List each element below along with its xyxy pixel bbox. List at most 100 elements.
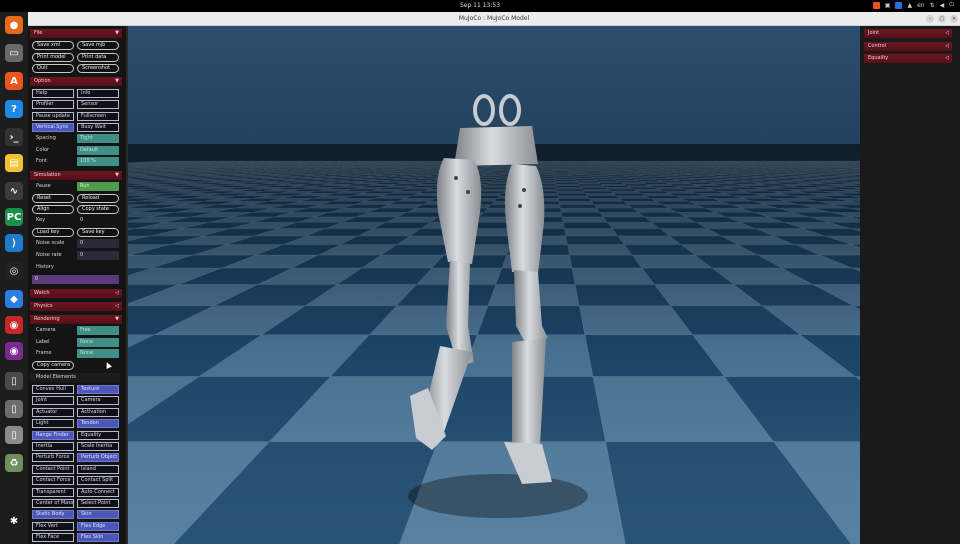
element-toggle-activation[interactable]: Activation bbox=[77, 407, 119, 417]
language-indicator[interactable]: en bbox=[917, 2, 925, 9]
maximize-icon[interactable]: ▢ bbox=[938, 15, 946, 23]
spacing-select[interactable]: Tight bbox=[77, 134, 119, 143]
element-toggle-light[interactable]: Light bbox=[32, 419, 74, 429]
help-icon[interactable]: ? bbox=[5, 100, 23, 118]
key-slider[interactable]: 0 bbox=[77, 216, 119, 225]
element-toggle-contact-point[interactable]: Contact Point bbox=[32, 464, 74, 474]
reload-button[interactable]: Reload bbox=[77, 194, 119, 203]
element-toggle-static-body[interactable]: Static Body bbox=[32, 510, 74, 520]
color-select[interactable]: Default bbox=[77, 146, 119, 155]
wifi-icon[interactable]: ▲ bbox=[907, 2, 912, 9]
minimize-icon[interactable]: – bbox=[926, 15, 934, 23]
info-toggle[interactable]: Info bbox=[77, 89, 119, 98]
camera-select[interactable]: Free bbox=[77, 326, 119, 335]
element-toggle-flex-face[interactable]: Flex Face bbox=[32, 533, 74, 543]
element-toggle-scale-inertia[interactable]: Scale Inertia bbox=[77, 442, 119, 451]
element-toggle-flex-edge[interactable]: Flex Edge bbox=[77, 521, 119, 531]
sensor-toggle[interactable]: Sensor bbox=[77, 100, 119, 109]
element-toggle-perturb-object[interactable]: Perturb Object bbox=[77, 453, 119, 463]
firefox-icon[interactable]: ● bbox=[5, 16, 23, 34]
network-icon[interactable]: ⇅ bbox=[930, 2, 935, 9]
screenshot-button[interactable]: Screenshot bbox=[77, 64, 119, 73]
vertical-sync-toggle[interactable]: Vertical Sync bbox=[32, 123, 74, 132]
app-center-icon[interactable]: A bbox=[5, 72, 23, 90]
font-select[interactable]: 100 % bbox=[77, 157, 119, 166]
busy-wait-toggle[interactable]: Busy Wait bbox=[77, 123, 119, 132]
profiler-toggle[interactable]: Profiler bbox=[32, 100, 74, 109]
vscode-tray-icon[interactable] bbox=[895, 1, 903, 9]
terminal-icon[interactable]: ›_ bbox=[5, 128, 23, 146]
print-model-button[interactable]: Print model bbox=[32, 53, 74, 62]
copy-state-button[interactable]: Copy state bbox=[77, 205, 119, 214]
label-select[interactable]: None bbox=[77, 338, 119, 347]
section-physics[interactable]: Physics ◁ bbox=[30, 302, 122, 311]
section-file[interactable]: File ▼ bbox=[30, 29, 122, 38]
element-toggle-skin[interactable]: Skin bbox=[77, 510, 119, 520]
load-key-button[interactable]: Load key bbox=[32, 228, 74, 237]
copy-camera-button[interactable]: Copy camera bbox=[32, 361, 74, 370]
save-key-button[interactable]: Save key bbox=[77, 228, 119, 237]
element-toggle-texture[interactable]: Texture bbox=[77, 385, 119, 394]
element-toggle-joint[interactable]: Joint bbox=[32, 396, 74, 406]
clock[interactable]: Sep 11 13:53 bbox=[0, 2, 960, 9]
element-toggle-perturb-force[interactable]: Perturb Force bbox=[32, 453, 74, 463]
scene-render[interactable] bbox=[128, 26, 860, 544]
element-toggle-camera[interactable]: Camera bbox=[77, 396, 119, 406]
system-monitor-icon[interactable]: ∿ bbox=[5, 182, 23, 200]
files-icon[interactable]: ▭ bbox=[5, 44, 23, 62]
element-toggle-tendon[interactable]: Tendon bbox=[77, 419, 119, 429]
pycharm-icon[interactable]: PC bbox=[5, 208, 23, 226]
power-icon[interactable]: ⏻ bbox=[949, 1, 954, 9]
element-toggle-actuator[interactable]: Actuator bbox=[32, 407, 74, 417]
quit-button[interactable]: Quit bbox=[32, 64, 74, 73]
reset-button[interactable]: Reset bbox=[32, 194, 74, 203]
disc-icon[interactable]: ◉ bbox=[5, 342, 23, 360]
print-data-button[interactable]: Print data bbox=[77, 53, 119, 62]
close-icon[interactable]: ✕ bbox=[950, 15, 958, 23]
drive-icon-3[interactable]: ▯ bbox=[5, 426, 23, 444]
element-toggle-equality[interactable]: Equality bbox=[77, 430, 119, 440]
element-toggle-contact-split[interactable]: Contact Split bbox=[77, 476, 119, 486]
element-toggle-island[interactable]: Island bbox=[77, 464, 119, 474]
pause-update-toggle[interactable]: Pause update bbox=[32, 112, 74, 121]
chat-icon[interactable]: ◉ bbox=[5, 316, 23, 334]
run-pause-radio[interactable]: Run bbox=[77, 182, 119, 191]
trash-icon[interactable]: ♻ bbox=[5, 454, 23, 472]
fullscreen-toggle[interactable]: Fullscreen bbox=[77, 112, 119, 121]
save-mjb-button[interactable]: Save mjb bbox=[77, 41, 119, 50]
element-toggle-convex-hull[interactable]: Convex Hull bbox=[32, 385, 74, 394]
history-slider[interactable]: 0 bbox=[32, 275, 119, 284]
help-toggle[interactable]: Help bbox=[32, 89, 74, 98]
element-toggle-contact-force[interactable]: Contact Force bbox=[32, 476, 74, 486]
todesk-icon[interactable]: ◆ bbox=[5, 290, 23, 308]
frame-select[interactable]: None bbox=[77, 349, 119, 358]
element-toggle-select-point[interactable]: Select Point bbox=[77, 499, 119, 508]
element-toggle-flex-vert[interactable]: Flex Vert bbox=[32, 521, 74, 531]
section-simulation[interactable]: Simulation ▼ bbox=[30, 171, 122, 180]
volume-icon[interactable]: ◀ bbox=[940, 2, 945, 9]
window-title-bar[interactable]: MuJoCo : MuJoCo Model – ▢ ✕ bbox=[28, 12, 960, 26]
element-toggle-transparent[interactable]: Transparent bbox=[32, 487, 74, 497]
save-xml-button[interactable]: Save xml bbox=[32, 41, 74, 50]
section-control[interactable]: Control ◁ bbox=[864, 42, 952, 51]
vscode-icon[interactable]: ⟩ bbox=[5, 234, 23, 252]
align-button[interactable]: Align bbox=[32, 205, 74, 214]
section-equality[interactable]: Equality ◁ bbox=[864, 54, 952, 63]
3d-viewport[interactable] bbox=[128, 26, 860, 544]
noise-scale-slider[interactable]: 0 bbox=[77, 239, 119, 248]
noise-rate-slider[interactable]: 0 bbox=[77, 251, 119, 260]
element-toggle-center-of-mass[interactable]: Center of Mass bbox=[32, 499, 74, 508]
element-toggle-inertia[interactable]: Inertia bbox=[32, 442, 74, 451]
app-indicator-icon[interactable] bbox=[872, 1, 880, 9]
drive-icon-1[interactable]: ▯ bbox=[5, 372, 23, 390]
element-toggle-auto-connect[interactable]: Auto Connect bbox=[77, 487, 119, 497]
notes-icon[interactable]: ▤ bbox=[5, 154, 23, 172]
obs-icon[interactable]: ◎ bbox=[5, 262, 23, 280]
chip-icon[interactable]: ▣ bbox=[885, 2, 891, 9]
drive-icon-2[interactable]: ▯ bbox=[5, 400, 23, 418]
section-watch[interactable]: Watch ◁ bbox=[30, 289, 122, 298]
section-rendering[interactable]: Rendering ▼ bbox=[30, 315, 122, 324]
show-apps-icon[interactable]: ✱ bbox=[5, 512, 23, 530]
element-toggle-flex-skin[interactable]: Flex Skin bbox=[77, 533, 119, 543]
element-toggle-range-finder[interactable]: Range Finder bbox=[32, 430, 74, 440]
